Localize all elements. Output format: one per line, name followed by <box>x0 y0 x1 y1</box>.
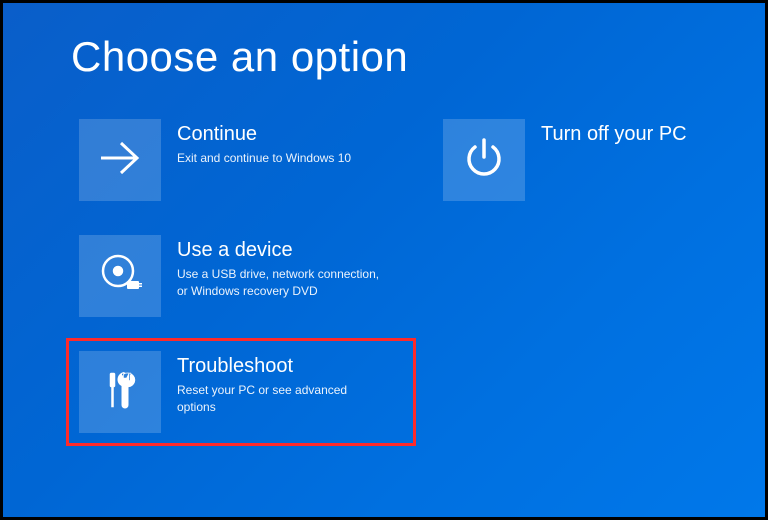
options-grid: Continue Exit and continue to Windows 10… <box>3 111 765 441</box>
option-usedevice-desc: Use a USB drive, network connection, or … <box>177 266 387 300</box>
option-turnoff[interactable]: Turn off your PC <box>435 111 755 209</box>
option-continue-title: Continue <box>177 123 351 146</box>
option-continue[interactable]: Continue Exit and continue to Windows 10 <box>71 111 411 209</box>
option-troubleshoot[interactable]: Troubleshoot Reset your PC or see advanc… <box>71 343 411 441</box>
option-troubleshoot-title: Troubleshoot <box>177 355 387 378</box>
option-continue-text: Continue Exit and continue to Windows 10 <box>177 119 351 167</box>
option-usedevice[interactable]: Use a device Use a USB drive, network co… <box>71 227 411 325</box>
continue-tile <box>79 119 161 201</box>
option-troubleshoot-desc: Reset your PC or see advanced options <box>177 382 387 416</box>
turnoff-tile <box>443 119 525 201</box>
option-usedevice-text: Use a device Use a USB drive, network co… <box>177 235 387 300</box>
option-turnoff-title: Turn off your PC <box>541 123 687 146</box>
arrow-right-icon <box>95 133 145 188</box>
option-continue-desc: Exit and continue to Windows 10 <box>177 150 351 167</box>
tools-icon <box>95 365 145 420</box>
option-troubleshoot-text: Troubleshoot Reset your PC or see advanc… <box>177 351 387 416</box>
page-title: Choose an option <box>3 3 765 111</box>
troubleshoot-tile <box>79 351 161 433</box>
disc-icon <box>95 249 145 304</box>
option-turnoff-text: Turn off your PC <box>541 119 687 150</box>
usedevice-tile <box>79 235 161 317</box>
power-icon <box>459 133 509 188</box>
option-usedevice-title: Use a device <box>177 239 387 262</box>
